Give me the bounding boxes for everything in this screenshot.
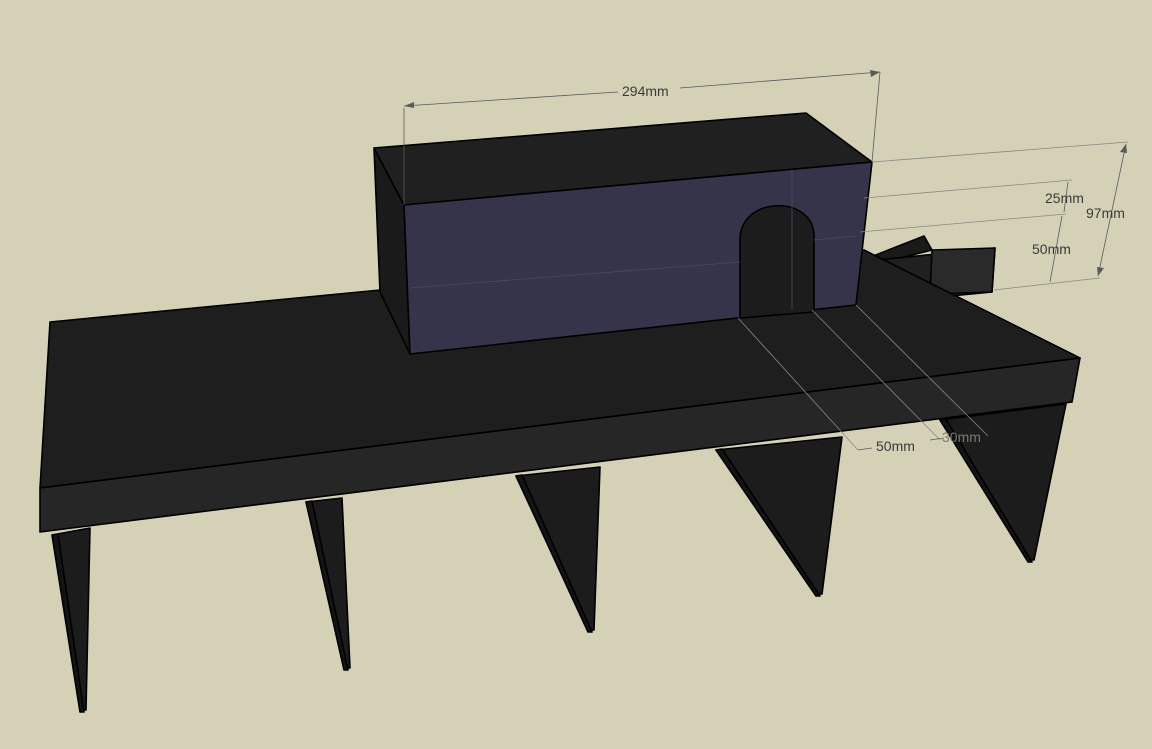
dim-label-width: 294mm xyxy=(622,83,669,99)
dim-label-depth-a: 50mm xyxy=(876,438,915,454)
dim-label-arch-top: 25mm xyxy=(1045,190,1084,206)
model-viewport[interactable]: 294mm 25mm 97mm 50mm 50mm 30mm xyxy=(0,0,1152,749)
dim-label-arch-height: 50mm xyxy=(1032,241,1071,257)
arch-opening xyxy=(739,205,815,319)
dim-label-depth-b: 30mm xyxy=(942,429,981,445)
dim-label-total-height: 97mm xyxy=(1086,205,1125,221)
